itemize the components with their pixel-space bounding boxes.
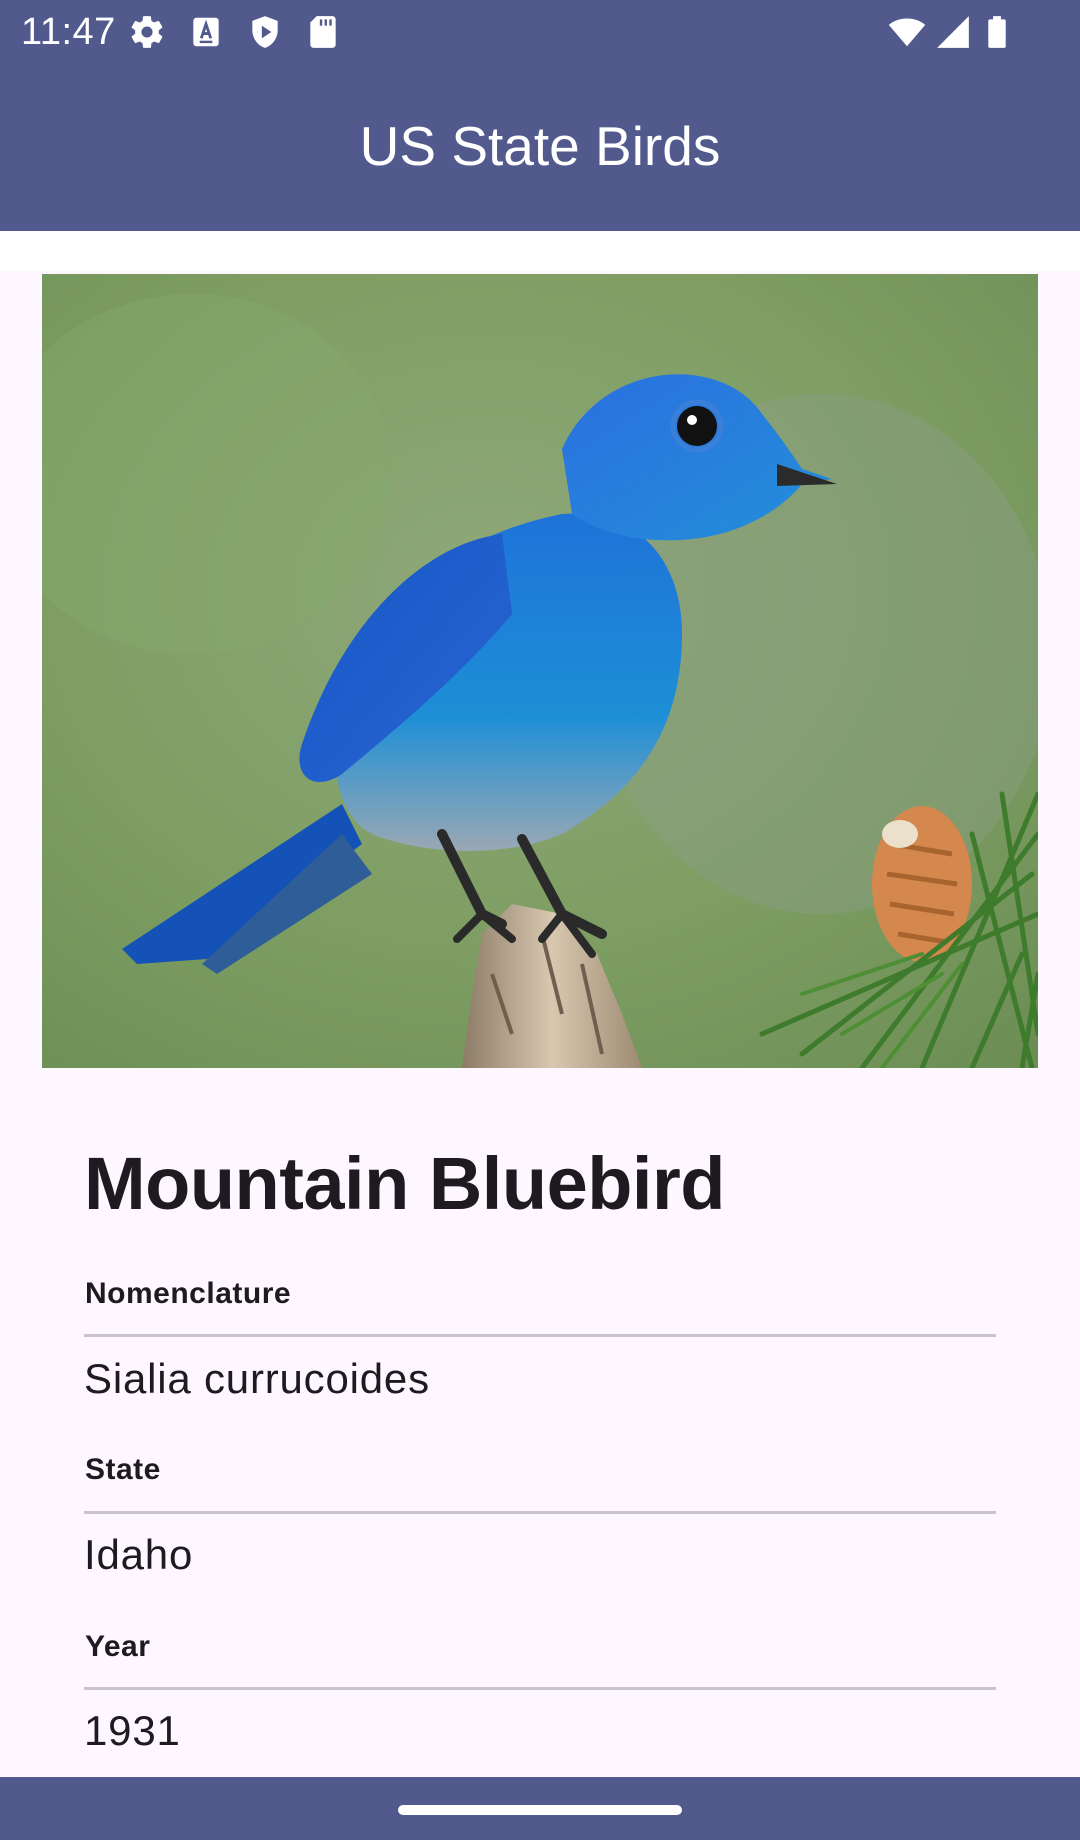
year-value: 1931	[84, 1707, 181, 1754]
signal-icon	[934, 13, 972, 51]
gear-icon	[128, 13, 166, 51]
app-title: US State Birds	[359, 115, 721, 177]
bird-name: Mountain Bluebird	[84, 1142, 726, 1225]
nomenclature-label: Nomenclature	[85, 1277, 292, 1310]
play-shield-icon	[246, 13, 284, 51]
app-bar: US State Birds	[0, 63, 1080, 231]
state-divider	[84, 1511, 996, 1514]
bird-photo	[42, 274, 1038, 1068]
navigation-bar	[0, 1777, 1080, 1840]
home-indicator[interactable]	[398, 1805, 682, 1815]
state-value: Idaho	[84, 1531, 194, 1578]
year-label: Year	[85, 1630, 151, 1663]
battery-icon	[978, 13, 1016, 51]
status-bar: 11:47	[0, 0, 1080, 63]
sd-card-icon	[304, 13, 342, 51]
state-label: State	[85, 1453, 161, 1486]
status-time: 11:47	[21, 11, 116, 53]
wifi-icon	[888, 13, 926, 51]
nomenclature-divider	[84, 1334, 996, 1337]
year-divider	[84, 1687, 996, 1690]
content-top-spacer	[0, 231, 1080, 271]
nomenclature-value: Sialia currucoides	[84, 1355, 430, 1402]
keyboard-a-icon	[187, 13, 225, 51]
